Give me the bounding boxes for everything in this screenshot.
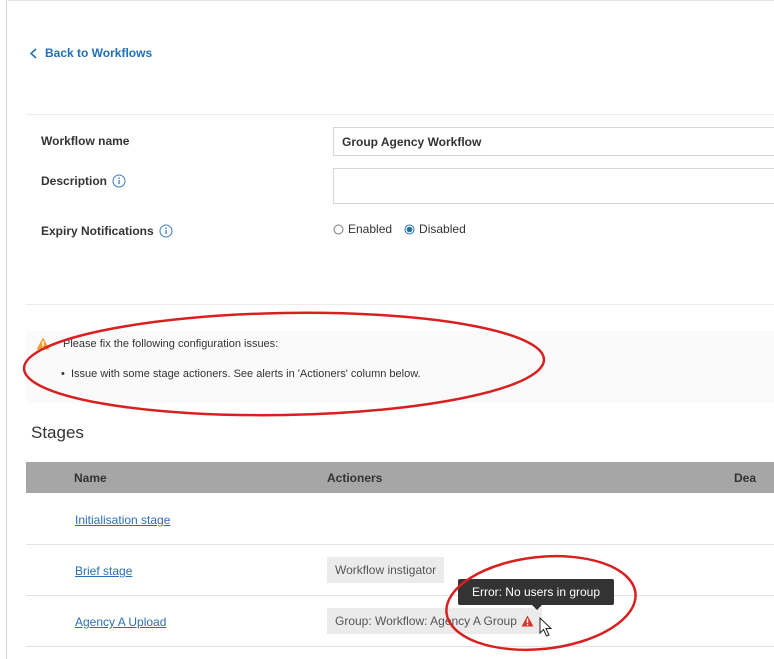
issues-heading: Please fix the following configuration i… <box>36 337 278 350</box>
stages-heading: Stages <box>31 423 84 442</box>
issue-list-item: • Issue with some stage actioners. See a… <box>61 368 421 380</box>
stage-link-initialisation[interactable]: Initialisation stage <box>75 513 170 527</box>
description-label: Description <box>41 174 126 188</box>
actioner-chip: Workflow instigator <box>327 557 445 583</box>
row-divider <box>26 646 774 647</box>
divider <box>26 304 774 305</box>
actioner-text: Workflow instigator <box>335 563 437 577</box>
description-label-text: Description <box>41 174 108 188</box>
radio-disabled[interactable]: Disabled <box>404 222 466 236</box>
info-circle-icon[interactable] <box>159 224 173 238</box>
radio-disabled-label: Disabled <box>419 222 466 236</box>
actioner-text: Group: Workflow: Agency A Group <box>335 614 517 628</box>
radio-checked-icon <box>404 224 415 234</box>
window-left-border <box>6 0 7 659</box>
row-divider <box>26 595 774 596</box>
workflow-name-label-text: Workflow name <box>41 134 130 148</box>
issue-item-text: Issue with some stage actioners. See ale… <box>70 368 421 380</box>
back-link-label: Back to Workflows <box>45 46 153 60</box>
error-tooltip: Error: No users in group <box>458 579 614 610</box>
expiry-label-text: Expiry Notifications <box>41 224 154 238</box>
radio-enabled[interactable]: Enabled <box>333 222 392 236</box>
column-header-deadline[interactable]: Dea <box>734 471 756 485</box>
error-triangle-icon[interactable] <box>521 615 534 627</box>
stages-table-header: Name Actioners Dea <box>26 462 774 493</box>
warning-triangle-icon <box>36 337 50 350</box>
stage-link-brief[interactable]: Brief stage <box>75 564 132 578</box>
bullet-dot: • <box>61 368 71 380</box>
workflow-name-input[interactable]: Group Agency Workflow <box>333 127 774 156</box>
actioner-chip-error: Group: Workflow: Agency A Group <box>327 608 542 634</box>
window-top-border <box>6 0 774 1</box>
radio-unchecked-icon <box>333 224 344 234</box>
column-header-actioners[interactable]: Actioners <box>327 471 382 485</box>
stage-link-agency-a-upload[interactable]: Agency A Upload <box>75 615 166 629</box>
column-header-name[interactable]: Name <box>74 471 107 485</box>
tooltip-text: Error: No users in group <box>471 585 601 599</box>
chevron-left-icon <box>30 47 37 59</box>
workflow-name-label: Workflow name <box>41 134 129 148</box>
info-circle-icon[interactable] <box>112 174 126 188</box>
description-input[interactable] <box>333 168 774 204</box>
divider <box>26 114 774 115</box>
back-to-workflows-link[interactable]: Back to Workflows <box>30 46 152 60</box>
radio-enabled-label: Enabled <box>348 222 393 236</box>
expiry-radio-group: Enabled Disabled <box>333 222 478 236</box>
workflow-name-value: Group Agency Workflow <box>342 134 482 149</box>
expiry-notifications-label: Expiry Notifications <box>41 224 173 238</box>
issues-heading-text: Please fix the following configuration i… <box>63 337 279 350</box>
row-divider <box>26 544 774 545</box>
